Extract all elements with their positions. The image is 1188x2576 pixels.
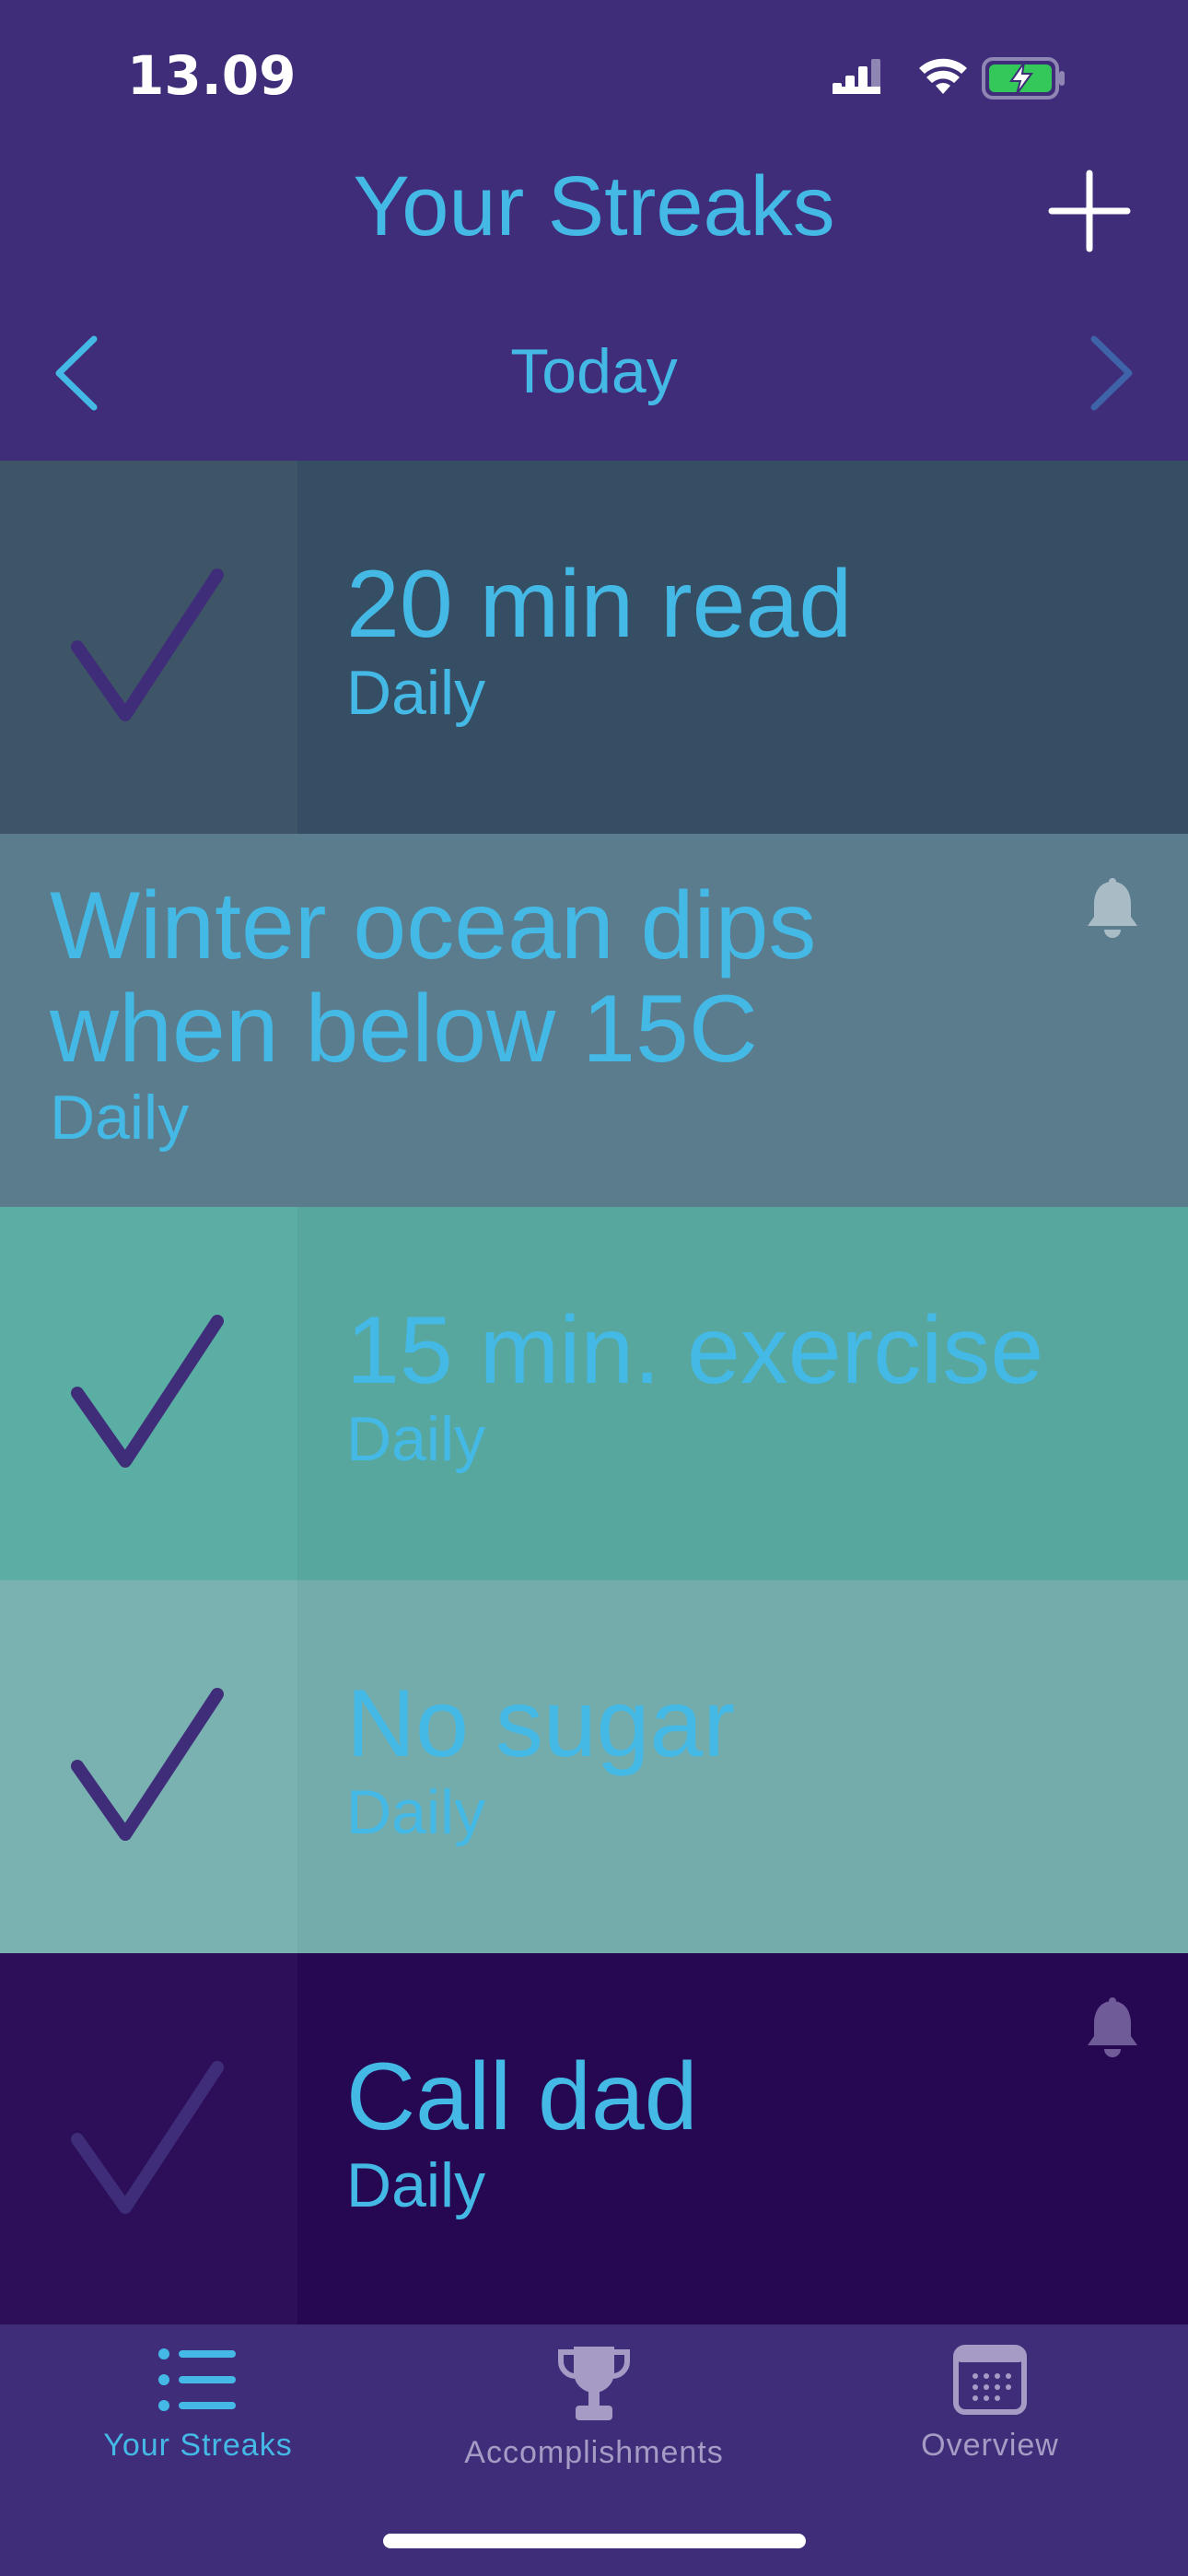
complete-toggle[interactable]	[0, 1207, 297, 1580]
page-title: Your Streaks	[353, 159, 835, 253]
streak-frequency: Daily	[346, 1777, 486, 1847]
checkmark-icon	[71, 1315, 224, 1468]
tab-label: Your Streaks	[103, 2428, 293, 2463]
streak-title: 20 min read	[346, 551, 853, 658]
bell-icon	[1088, 1997, 1137, 2057]
plus-icon	[1048, 170, 1131, 252]
streak-text: Call dad Daily	[346, 2045, 698, 2222]
calendar-icon	[953, 2345, 1027, 2415]
checkmark-icon	[71, 568, 224, 721]
chevron-right-icon	[1090, 335, 1133, 411]
battery-icon	[982, 57, 1065, 100]
streak-text: No sugar Daily	[346, 1672, 735, 1849]
streak-row[interactable]: No sugar Daily	[0, 1580, 1188, 1953]
home-indicator[interactable]	[383, 2534, 806, 2548]
streak-title: Winter ocean dips when below 15C	[50, 872, 817, 1083]
status-time: 13.09	[127, 44, 297, 107]
streak-text: 15 min. exercise Daily	[346, 1299, 1043, 1476]
streak-row[interactable]: Call dad Daily	[0, 1953, 1188, 2326]
list-icon	[158, 2348, 236, 2411]
next-day-button[interactable]	[1077, 332, 1142, 415]
complete-toggle[interactable]	[0, 1580, 297, 1953]
tab-overview[interactable]: Overview	[792, 2345, 1188, 2501]
streak-list: 20 min read Daily Winter ocean dips when…	[0, 461, 1188, 2326]
streak-title: No sugar	[346, 1670, 735, 1777]
streak-frequency: Daily	[346, 658, 486, 728]
tab-your-streaks[interactable]: Your Streaks	[0, 2345, 396, 2501]
complete-toggle[interactable]	[0, 461, 297, 834]
complete-toggle[interactable]	[0, 1953, 297, 2326]
streak-frequency: Daily	[346, 1404, 486, 1474]
streak-text: Winter ocean dips when below 15C Daily	[50, 874, 971, 1154]
tab-accomplishments[interactable]: Accomplishments	[396, 2345, 792, 2501]
checkmark-icon	[71, 1688, 224, 1841]
streak-title: Call dad	[346, 2043, 698, 2150]
streak-title: 15 min. exercise	[346, 1297, 1044, 1404]
streak-row[interactable]: 20 min read Daily	[0, 461, 1188, 834]
trophy-icon	[558, 2347, 630, 2420]
bell-icon	[1088, 878, 1137, 938]
tab-label: Accomplishments	[464, 2435, 724, 2470]
streak-frequency: Daily	[346, 2150, 486, 2220]
streak-text: 20 min read Daily	[346, 553, 852, 730]
tab-label: Overview	[921, 2428, 1059, 2463]
streak-row[interactable]: 15 min. exercise Daily	[0, 1207, 1188, 1580]
wifi-icon	[919, 58, 967, 94]
date-navigation: Today	[0, 313, 1188, 424]
header: Your Streaks	[0, 157, 1188, 304]
checkmark-icon	[71, 2061, 224, 2214]
add-streak-button[interactable]	[1048, 170, 1131, 252]
streak-row[interactable]: Winter ocean dips when below 15C Daily	[0, 834, 1188, 1207]
streak-frequency: Daily	[50, 1083, 190, 1153]
signal-icon	[833, 59, 880, 94]
status-bar: 13.09	[0, 0, 1188, 157]
date-label: Today	[510, 336, 678, 406]
